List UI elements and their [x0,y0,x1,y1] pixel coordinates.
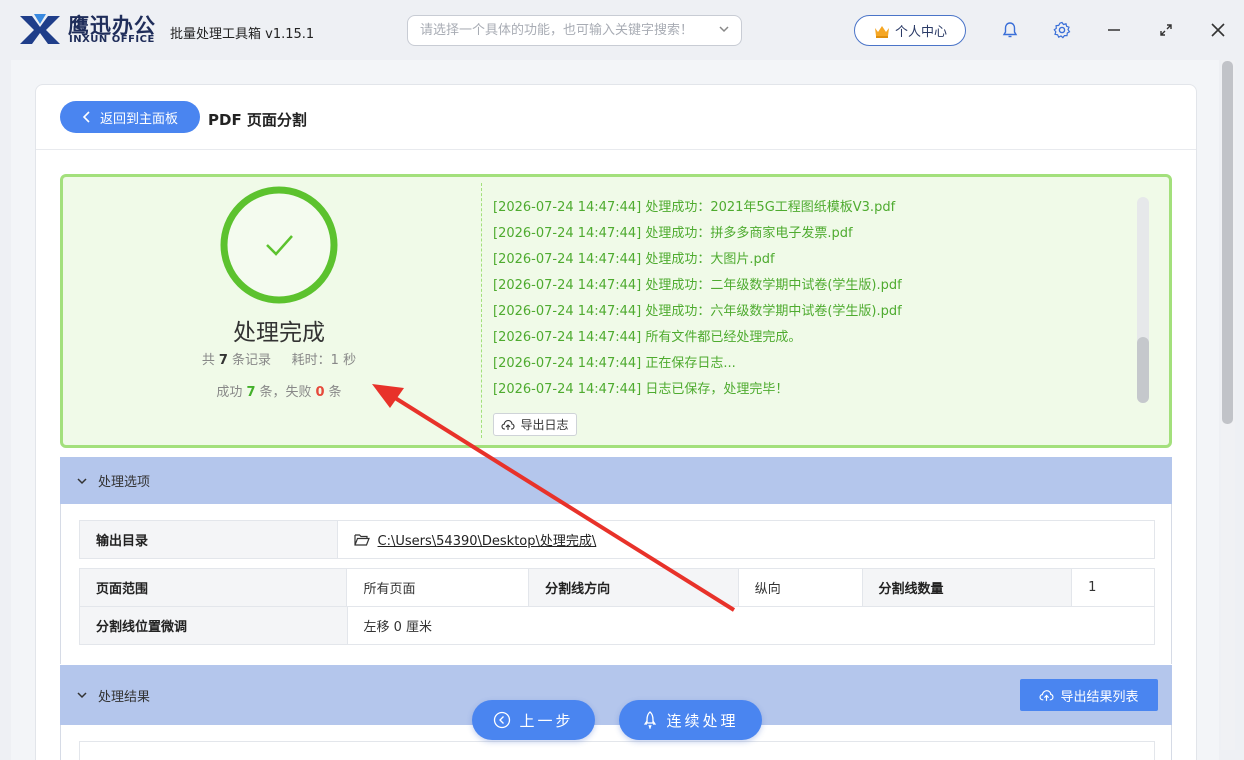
success-fail-stats: 成功 7 条，失败 0 条 [63,381,495,400]
total-prefix: 共 [201,353,215,368]
log-line: [2026-07-24 14:47:44] 日志已保存，处理完毕！ [493,382,789,397]
user-center-label: 个人中心 [894,25,947,40]
success-suffix: 条，失败 [259,385,312,400]
split-settings-row: 页面范围 所有页面 分割线方向 纵向 分割线数量 1 [79,568,1155,607]
results-section-header[interactable]: 处理结果 导出结果列表 [60,665,1172,725]
export-log-button[interactable]: 导出日志 [493,413,577,436]
export-log-label: 导出日志 [520,418,569,432]
app-logo-icon [20,14,60,44]
chevron-down-icon [77,477,87,484]
panel-divider [481,183,482,438]
crown-icon [874,25,889,38]
log-line: [2026-07-24 14:47:44] 所有文件都已经处理完成。 [493,330,802,345]
time-suffix: 秒 [343,353,357,368]
total-count: 7 [218,353,228,368]
output-dir-value: C:\Users\54390\Desktop\处理完成\ [338,521,1154,558]
options-section-body: 输出目录 C:\Users\54390\Desktop\处理完成\ 页面范围 所… [60,504,1172,664]
success-prefix: 成功 [216,385,243,400]
log-scrollbar-thumb[interactable] [1137,337,1149,403]
log-line: [2026-07-24 14:47:44] 处理成功：六年级数学期中试卷(学生版… [493,304,902,319]
output-dir-row: 输出目录 C:\Users\54390\Desktop\处理完成\ [79,520,1155,559]
chevron-down-icon[interactable] [717,22,731,36]
chevron-left-circle-icon [494,711,511,729]
time-value: 1 [330,353,339,368]
success-count: 7 [246,385,256,400]
close-icon[interactable] [1208,20,1228,40]
time-prefix: 耗时： [291,353,331,368]
main-window: 返回到主面板 PDF 页面分割 处理完成 共 7 条记录 耗时：1 秒 成功 7 条，失… [11,60,1219,760]
options-header-label: 处理选项 [98,475,151,490]
brand-name-en: INXUN OFFICE [69,34,155,45]
split-count-label: 分割线数量 [862,569,1073,606]
page-title: PDF 页面分割 [208,111,307,129]
chevron-down-icon [77,692,87,699]
continue-processing-label: 连续处理 [666,711,739,730]
log-line: [2026-07-24 14:47:44] 处理成功：大图片.pdf [493,252,775,267]
results-table-header [79,741,1155,760]
chevron-left-icon [82,111,90,123]
page-range-label: 页面范围 [80,569,348,606]
split-direction-value: 纵向 [739,569,863,606]
content-card: 返回到主面板 PDF 页面分割 处理完成 共 7 条记录 耗时：1 秒 成功 7 条，失… [35,84,1197,760]
log-line: [2026-07-24 14:47:44] 处理成功：拼多多商家电子发票.pdf [493,226,853,241]
export-results-button[interactable]: 导出结果列表 [1020,679,1158,711]
success-check-icon [220,186,338,304]
continue-processing-button[interactable]: 连续处理 [619,700,762,740]
folder-open-icon [353,534,370,546]
log-list: [2026-07-24 14:47:44] 处理成功：2021年5G工程图纸模板… [493,195,1113,403]
back-to-main-button[interactable]: 返回到主面板 [60,101,200,133]
maximize-icon[interactable] [1156,20,1176,40]
previous-step-button[interactable]: 上一步 [472,700,595,740]
results-header-label: 处理结果 [98,689,151,705]
split-adjust-label: 分割线位置微调 [80,607,348,644]
result-summary-panel: 处理完成 共 7 条记录 耗时：1 秒 成功 7 条，失败 0 条 [2026-07-24 … [60,174,1172,448]
split-direction-label: 分割线方向 [529,569,739,606]
split-adjust-row: 分割线位置微调 左移 0 厘米 [79,606,1155,645]
log-line: [2026-07-24 14:47:44] 正在保存日志... [493,356,736,371]
options-section-header[interactable]: 处理选项 [60,457,1172,504]
page-range-value: 所有页面 [347,569,530,606]
cloud-upload-icon [1039,689,1055,701]
split-adjust-value: 左移 0 厘米 [363,620,433,635]
page-scrollbar-thumb[interactable] [1222,61,1233,424]
fail-suffix: 条 [328,385,342,400]
cloud-upload-icon [501,419,516,430]
status-title: 处理完成 [233,320,325,346]
split-count-value: 1 [1088,580,1097,595]
divider [36,149,1196,150]
search-input[interactable] [407,15,742,46]
user-center-button[interactable]: 个人中心 [854,15,966,46]
bell-icon[interactable] [1000,20,1020,40]
log-line: [2026-07-24 14:47:44] 处理成功：二年级数学期中试卷(学生版… [493,278,902,293]
minimize-icon[interactable] [1104,20,1124,40]
export-results-label: 导出结果列表 [1060,689,1139,705]
back-label: 返回到主面板 [99,111,178,127]
app-title: 批量处理工具箱 v1.15.1 [170,27,315,42]
results-section-body [60,725,1172,760]
gear-icon[interactable] [1052,20,1072,40]
output-dir-link[interactable]: C:\Users\54390\Desktop\处理完成\ [378,530,597,549]
fail-count: 0 [315,385,325,400]
rocket-icon [644,711,657,729]
output-dir-label: 输出目录 [80,521,338,558]
previous-step-label: 上一步 [519,711,574,730]
log-line: [2026-07-24 14:47:44] 处理成功：2021年5G工程图纸模板… [493,200,896,215]
total-suffix: 条记录 [231,353,271,368]
record-stats: 共 7 条记录 耗时：1 秒 [63,349,495,368]
title-bar: 鹰迅办公 INXUN OFFICE 批量处理工具箱 v1.15.1 个人中心 [0,0,1244,60]
